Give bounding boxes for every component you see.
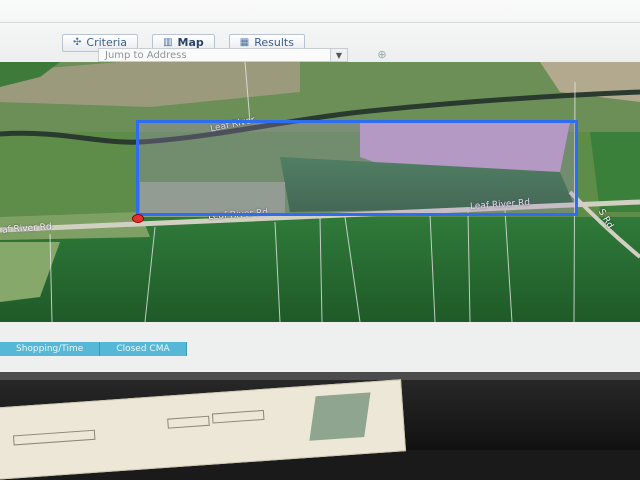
selection-rectangle[interactable] (136, 120, 578, 216)
form-box (167, 415, 210, 429)
divider (0, 22, 640, 23)
form-box (211, 409, 265, 424)
search-icon[interactable]: ⊕ (374, 48, 390, 62)
footer-button-bar: Shopping/Time Closed CMA (0, 342, 260, 356)
dropdown-arrow-icon[interactable]: ▼ (330, 48, 348, 62)
satellite-map[interactable]: Leaf River af River Rd Leaf River Rd Lea… (0, 62, 640, 322)
paper-stripe (309, 392, 371, 441)
bezel-edge (0, 372, 640, 380)
jump-to-address-input[interactable]: Jump to Address (98, 48, 348, 62)
screen: ✣ Criteria ▥ Map ▦ Results Jump to Addre… (0, 0, 640, 372)
form-box (12, 429, 96, 446)
toolbar: ✣ Criteria ▥ Map ▦ Results Jump to Addre… (0, 0, 640, 66)
criteria-icon: ✣ (73, 37, 82, 48)
footer: Shopping/Time Closed CMA (0, 322, 640, 372)
closed-cma-button[interactable]: Closed CMA (100, 342, 187, 356)
map-pin-icon[interactable] (132, 214, 144, 223)
shopping-time-button[interactable]: Shopping/Time (0, 342, 101, 356)
